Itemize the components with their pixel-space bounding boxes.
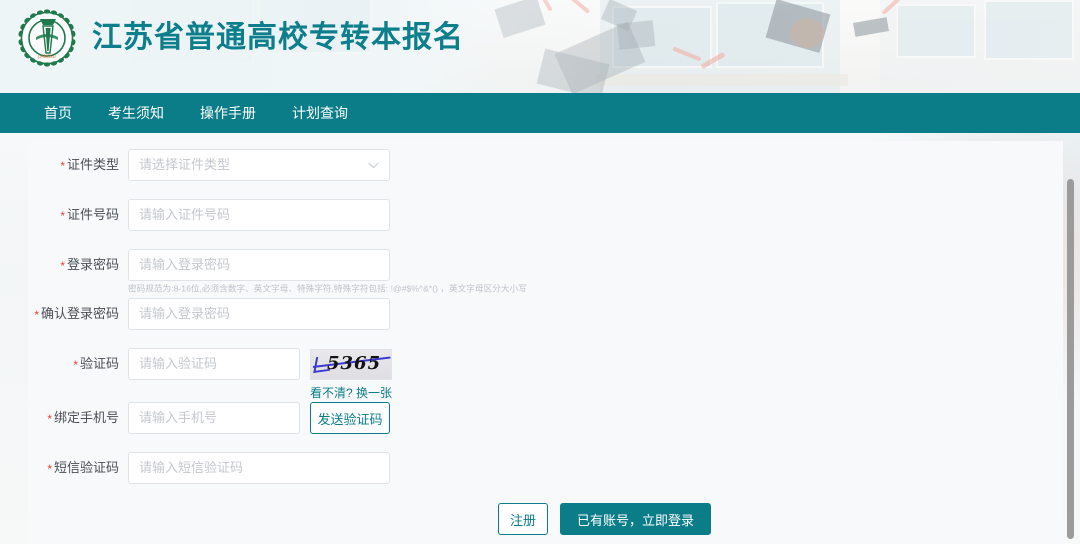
sms-code-input[interactable]: 请输入短信验证码 — [128, 452, 390, 484]
form-row-confirm-password: * 确认登录密码 请输入登录密码 — [28, 298, 390, 331]
registration-panel: * 证件类型 请选择证件类型 * 证件号码 请输入证件号码 * 登录密码 请输入… — [28, 141, 1063, 544]
main-nav: 首页 考生须知 操作手册 计划查询 — [0, 93, 1080, 133]
sms-code-input-placeholder: 请输入短信验证码 — [139, 460, 244, 475]
send-sms-code-button[interactable]: 发送验证码 — [310, 402, 390, 434]
label-sms-code: * 短信验证码 — [47, 460, 119, 476]
page-body: * 证件类型 请选择证件类型 * 证件号码 请输入证件号码 * 登录密码 请输入… — [0, 133, 1080, 544]
required-marker: * — [34, 307, 39, 322]
phone-input-placeholder: 请输入手机号 — [139, 410, 218, 425]
chevron-down-icon — [368, 159, 379, 171]
nav-item-notice[interactable]: 考生须知 — [90, 93, 182, 133]
captcha-code: 5365 — [327, 353, 382, 374]
captcha-input-placeholder: 请输入验证码 — [139, 356, 218, 371]
form-row-id-number: * 证件号码 请输入证件号码 — [28, 199, 390, 232]
captcha-image[interactable]: 5365 — [310, 349, 392, 380]
confirm-password-input-placeholder: 请输入登录密码 — [139, 306, 231, 321]
form-row-sms-code: * 短信验证码 请输入短信验证码 — [28, 452, 390, 485]
required-marker: * — [47, 411, 52, 426]
label-phone: * 绑定手机号 — [47, 410, 119, 426]
captcha-input[interactable]: 请输入验证码 — [128, 348, 300, 380]
required-marker: * — [60, 208, 65, 223]
form-row-phone: * 绑定手机号 请输入手机号 发送验证码 — [28, 402, 398, 435]
required-marker: * — [60, 258, 65, 273]
id-type-select-placeholder: 请选择证件类型 — [139, 157, 231, 172]
confirm-password-input[interactable]: 请输入登录密码 — [128, 298, 390, 330]
label-confirm-password: * 确认登录密码 — [34, 306, 119, 322]
password-input[interactable]: 请输入登录密码 — [128, 249, 390, 281]
label-password: * 登录密码 — [60, 257, 119, 273]
login-button[interactable]: 已有账号，立即登录 — [560, 503, 712, 535]
emblem-laurel-wreath-icon: JIANGSU — [16, 7, 78, 69]
required-marker: * — [60, 158, 65, 173]
required-marker: * — [47, 461, 52, 476]
label-id-type: * 证件类型 — [60, 157, 119, 173]
site-banner: JIANGSU 江苏省普通高校专转本报名 — [0, 0, 1080, 93]
nav-item-plan-query[interactable]: 计划查询 — [274, 93, 366, 133]
id-number-input[interactable]: 请输入证件号码 — [128, 199, 390, 231]
register-button[interactable]: 注册 — [498, 503, 548, 535]
password-input-placeholder: 请输入登录密码 — [139, 257, 231, 272]
scrollbar-thumb[interactable] — [1067, 179, 1074, 539]
nav-item-home[interactable]: 首页 — [30, 93, 90, 133]
password-rule-hint: 密码规范为:8-16位,必须含数字、英文字母、特殊字符,特殊字符包括: !@#$… — [128, 283, 527, 294]
nav-item-manual[interactable]: 操作手册 — [182, 93, 274, 133]
page-scrollbar[interactable] — [1063, 133, 1074, 544]
label-captcha: * 验证码 — [73, 356, 119, 372]
form-row-captcha: * 验证码 请输入验证码 5365 看不清? 换一张 — [28, 348, 398, 400]
label-id-number: * 证件号码 — [60, 207, 119, 223]
form-row-id-type: * 证件类型 请选择证件类型 — [28, 149, 390, 182]
required-marker: * — [73, 357, 78, 372]
form-actions: 注册 已有账号，立即登录 — [498, 503, 712, 535]
id-type-select[interactable]: 请选择证件类型 — [128, 149, 390, 181]
captcha-refresh-link[interactable]: 看不清? 换一张 — [310, 384, 392, 401]
id-number-input-placeholder: 请输入证件号码 — [139, 207, 231, 222]
form-row-password: * 登录密码 请输入登录密码 密码规范为:8-16位,必须含数字、英文字母、特殊字… — [28, 249, 527, 294]
brand: JIANGSU 江苏省普通高校专转本报名 — [16, 7, 464, 69]
phone-input[interactable]: 请输入手机号 — [128, 402, 300, 434]
page-title: 江苏省普通高校专转本报名 — [92, 21, 464, 54]
svg-text:JIANGSU: JIANGSU — [37, 54, 55, 59]
